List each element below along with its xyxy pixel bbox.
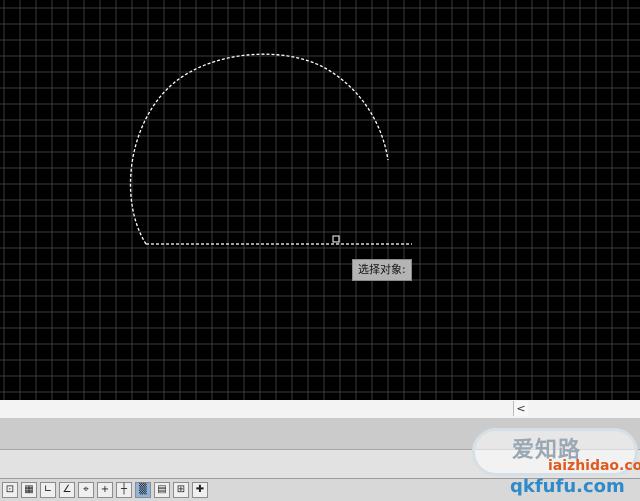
- grid-icon[interactable]: ▦: [21, 482, 37, 498]
- ortho-icon[interactable]: ∟: [40, 482, 56, 498]
- command-history-line: <: [0, 400, 640, 419]
- pickbox-cursor-icon: [332, 235, 340, 243]
- scroll-left-arrow-icon[interactable]: <: [513, 401, 528, 416]
- drawing-canvas[interactable]: 选择对象:: [0, 0, 640, 400]
- dyn-icon[interactable]: ▒: [135, 482, 151, 498]
- qp-icon[interactable]: ⊞: [173, 482, 189, 498]
- ducs-icon[interactable]: ┼: [116, 482, 132, 498]
- otrack-icon[interactable]: +: [97, 482, 113, 498]
- watermark-url-2: qkfufu.com: [510, 476, 625, 497]
- watermark-logo: 爱知路 iaizhidao.com qkfufu.com: [462, 418, 640, 500]
- polar-icon[interactable]: ∠: [59, 482, 75, 498]
- osnap-icon[interactable]: ⌖: [78, 482, 94, 498]
- lineweight-icon[interactable]: ▤: [154, 482, 170, 498]
- sc-icon[interactable]: ✚: [192, 482, 208, 498]
- select-objects-prompt: 选择对象:: [352, 259, 412, 281]
- snap-icon[interactable]: ⊡: [2, 482, 18, 498]
- drawing-svg[interactable]: [0, 0, 640, 400]
- watermark-url: iaizhidao.com: [548, 458, 640, 474]
